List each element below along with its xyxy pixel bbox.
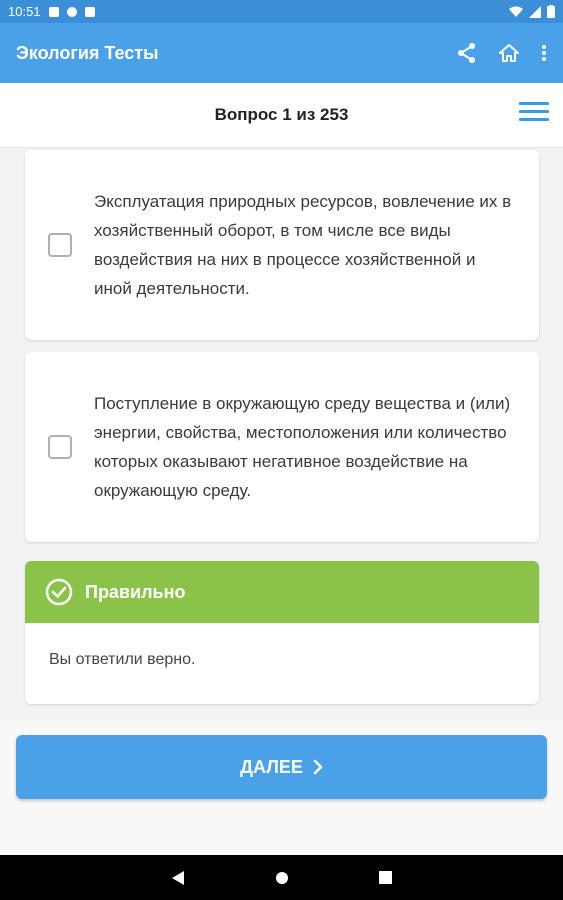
answer-text-2: Поступление в окружающую среду вещества … — [94, 394, 511, 500]
more-vert-icon[interactable] — [541, 44, 547, 62]
status-time: 10:51 — [8, 4, 41, 19]
result-message: Вы ответили верно. — [49, 651, 196, 668]
system-nav-bar — [0, 855, 563, 900]
sim-icon — [84, 6, 95, 17]
notification-icon — [48, 6, 59, 17]
answer-text-1: Эксплуатация природных ресурсов, вовлече… — [94, 192, 512, 298]
signal-icon — [529, 5, 541, 18]
share-icon[interactable] — [457, 42, 477, 64]
next-button-label: ДАЛЕЕ — [240, 756, 303, 777]
wifi-icon — [509, 6, 523, 17]
check-circle-icon — [45, 578, 73, 606]
answer-checkbox-2[interactable] — [48, 435, 72, 459]
result-title: Правильно — [85, 581, 186, 602]
result-header: Правильно — [25, 561, 539, 623]
recents-icon[interactable] — [379, 871, 392, 884]
answer-checkbox-1[interactable] — [48, 233, 72, 257]
menu-icon[interactable] — [519, 99, 549, 129]
question-header: Вопрос 1 из 253 — [0, 83, 563, 148]
result-card: Правильно Вы ответили верно. — [25, 561, 539, 704]
sync-icon — [66, 6, 77, 17]
home-nav-icon[interactable] — [275, 871, 289, 885]
app-title: Экология Тесты — [16, 42, 159, 63]
question-counter: Вопрос 1 из 253 — [214, 105, 349, 124]
answer-option-1[interactable]: Эксплуатация природных ресурсов, вовлече… — [25, 150, 539, 340]
status-bar: 10:51 — [0, 0, 563, 23]
chevron-right-icon — [313, 759, 323, 775]
back-icon[interactable] — [171, 870, 185, 886]
answer-option-2[interactable]: Поступление в окружающую среду вещества … — [25, 352, 539, 542]
app-bar: Экология Тесты — [0, 23, 563, 83]
home-icon[interactable] — [499, 44, 519, 62]
battery-icon — [547, 5, 555, 18]
next-button[interactable]: ДАЛЕЕ — [16, 735, 547, 799]
